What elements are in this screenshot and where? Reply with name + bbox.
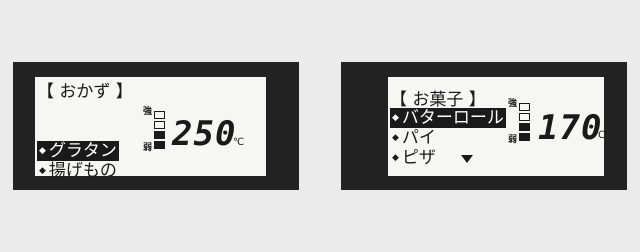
lcd-screen: 【 おかず 】 ◆ グラタン ◆ 揚げもの 強 弱 250 ℃ [35, 77, 266, 181]
temperature-unit: ℃ [233, 137, 245, 148]
level-bar [519, 103, 530, 111]
heat-level-indicator: 強 弱 [508, 99, 534, 157]
menu-item-pizza[interactable]: ◆ ピザ [390, 148, 438, 168]
temperature-readout: 250 [172, 114, 237, 154]
bullet-icon: ◆ [392, 133, 399, 143]
category-title: 【 お菓子 】 [390, 90, 486, 110]
temperature-unit: ℃ [594, 130, 606, 141]
level-bar [154, 111, 165, 119]
strong-label: 強 [143, 107, 153, 117]
level-bar [154, 131, 165, 139]
bullet-icon: ◆ [39, 166, 46, 176]
down-triangle-icon[interactable] [461, 155, 473, 163]
level-bars [154, 111, 165, 151]
bullet-icon: ◆ [39, 146, 46, 156]
weak-label: 弱 [143, 143, 153, 153]
level-bars [519, 103, 530, 143]
heat-level-indicator: 強 弱 [143, 107, 169, 165]
menu-item-gratin[interactable]: ◆ グラタン [37, 141, 119, 161]
menu-item-label: 揚げもの [48, 161, 117, 181]
level-bar [154, 141, 165, 149]
menu-item-label: グラタン [48, 141, 117, 161]
level-bar [519, 113, 530, 121]
menu-item-label: ピザ [401, 148, 436, 168]
menu-item-pie[interactable]: ◆ パイ [390, 128, 438, 148]
menu-item-butter-roll[interactable]: ◆ バターロール [390, 108, 506, 128]
strong-label: 強 [508, 99, 518, 109]
lcd-screen: 【 お菓子 】 ◆ バターロール ◆ パイ ◆ ピザ 強 弱 170 ℃ [388, 77, 606, 176]
bullet-icon: ◆ [392, 113, 399, 123]
category-title: 【 おかず 】 [37, 82, 133, 102]
menu-item-label: バターロール [401, 108, 504, 128]
bullet-icon: ◆ [392, 153, 399, 163]
level-bar [154, 121, 165, 129]
weak-label: 弱 [508, 135, 518, 145]
oven-display-panel-right: 【 お菓子 】 ◆ バターロール ◆ パイ ◆ ピザ 強 弱 170 ℃ [341, 62, 627, 190]
oven-display-panel-left: 【 おかず 】 ◆ グラタン ◆ 揚げもの 強 弱 250 ℃ [13, 62, 299, 190]
menu-item-label: パイ [401, 128, 436, 148]
level-bar [519, 123, 530, 131]
temperature-readout: 170 [538, 108, 603, 148]
menu-item-fried[interactable]: ◆ 揚げもの [37, 161, 119, 181]
level-bar [519, 133, 530, 141]
